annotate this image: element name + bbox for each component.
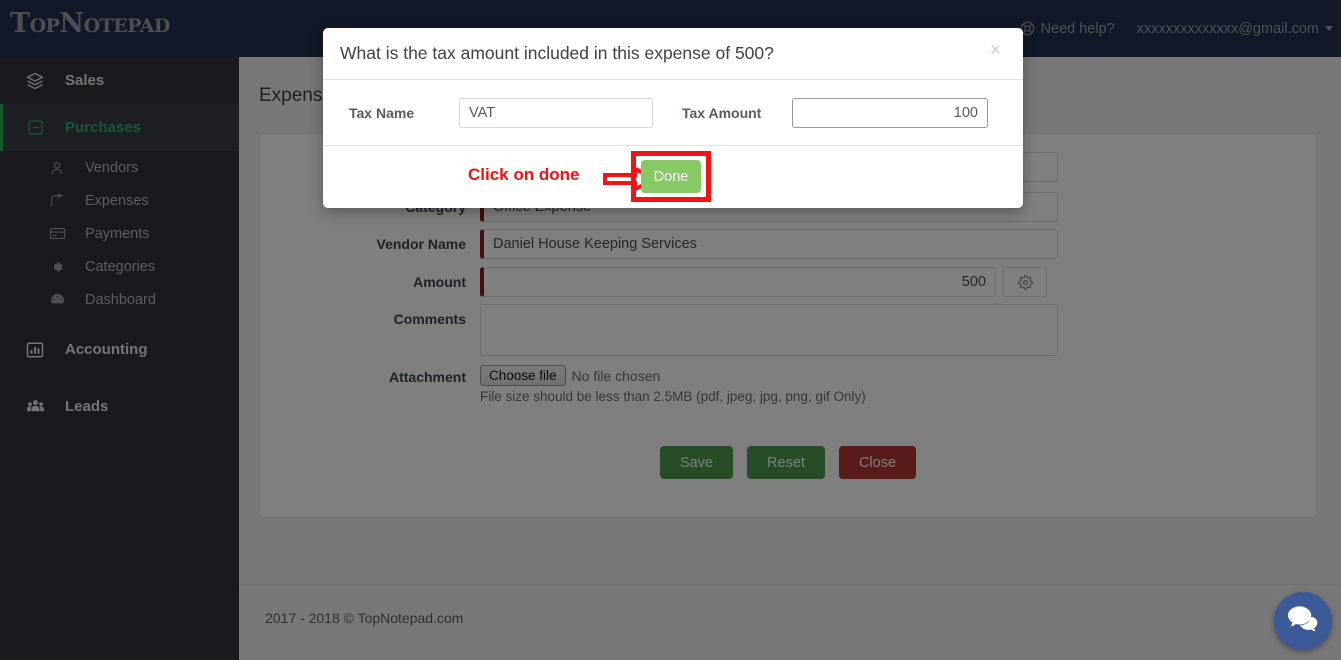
tax-amount-modal: What is the tax amount included in this … (323, 28, 1023, 208)
tax-name-input[interactable] (459, 97, 653, 128)
modal-body: Tax Name Tax Amount (323, 80, 1023, 146)
done-button[interactable]: Done (641, 160, 701, 193)
annotation-text: Click on done (468, 165, 580, 184)
modal-title: What is the tax amount included in this … (340, 43, 774, 63)
close-icon[interactable]: × (984, 40, 1007, 61)
tax-name-label: Tax Name (349, 104, 415, 121)
app-root: Expense Category Vendor Name Amount (0, 0, 1341, 660)
chat-bubbles-icon (1287, 605, 1319, 637)
tax-amount-label: Tax Amount (682, 104, 762, 121)
tax-amount-input[interactable] (792, 97, 988, 128)
modal-footer: Click on done Done (323, 146, 1023, 208)
modal-header: What is the tax amount included in this … (323, 28, 1023, 80)
chat-widget-button[interactable] (1274, 592, 1332, 650)
